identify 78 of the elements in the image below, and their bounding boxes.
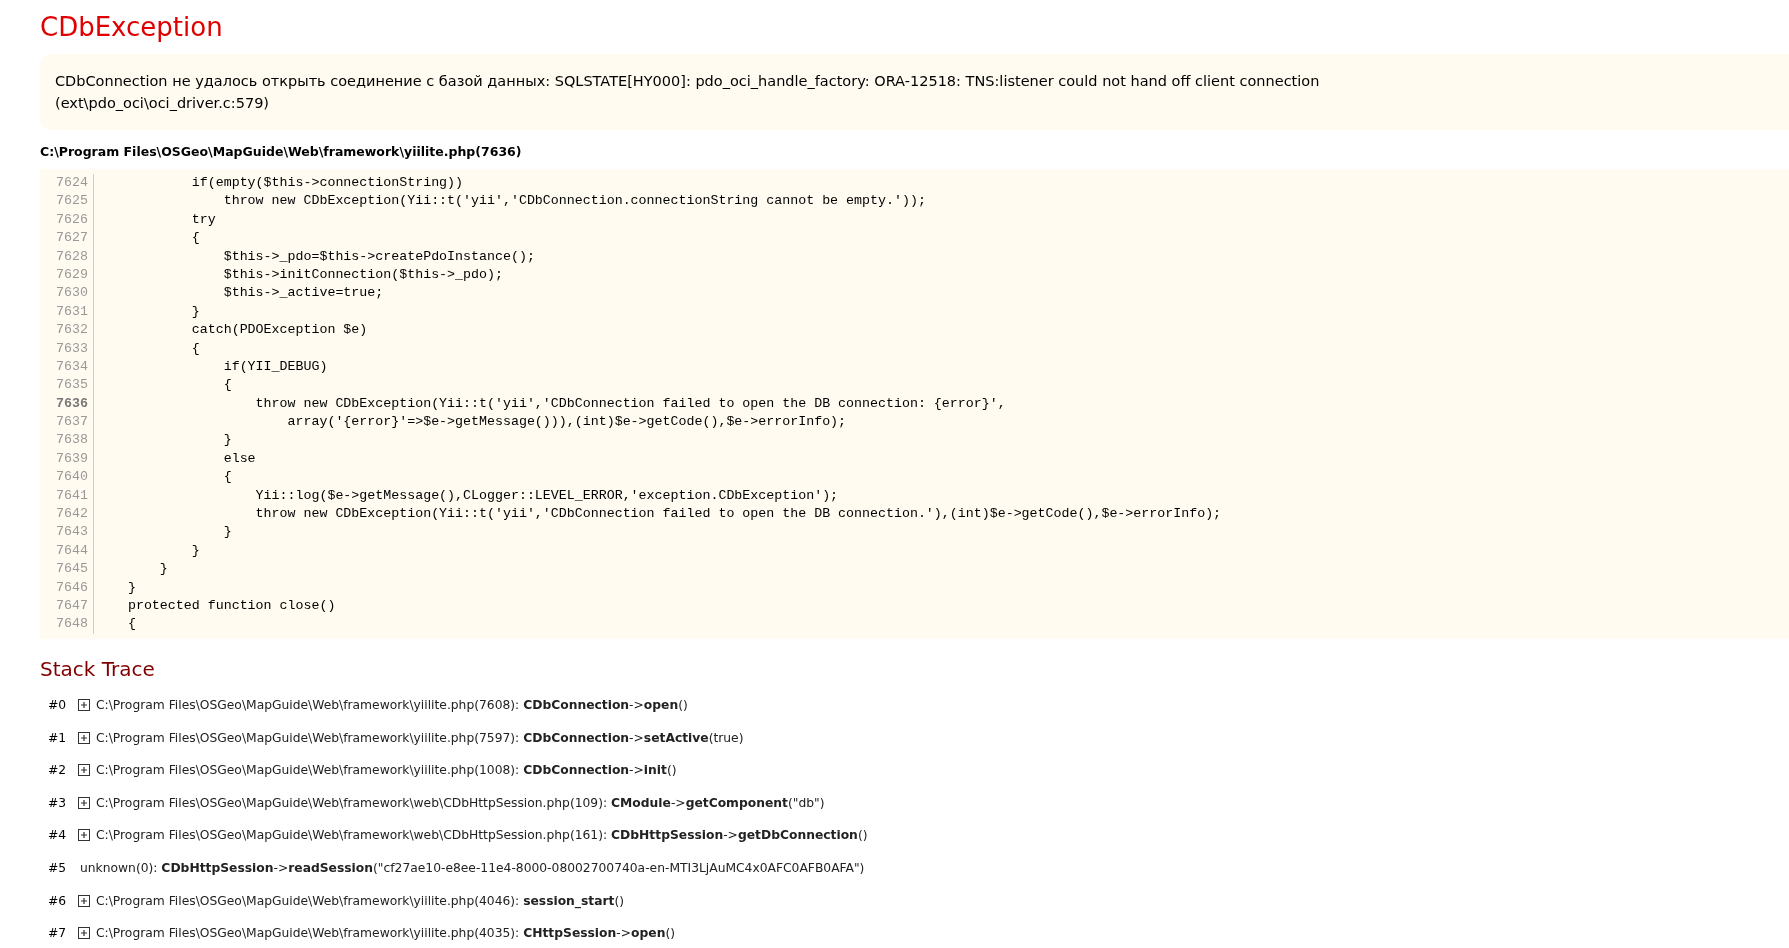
expand-icon[interactable]: [78, 731, 90, 744]
code-line: {: [190, 229, 200, 248]
code-line: {: [222, 376, 232, 395]
code-line: if(YII_DEBUG): [222, 357, 328, 376]
expand-icon[interactable]: [78, 764, 90, 777]
frame-index: #2: [47, 763, 68, 778]
line-number: 7645: [50, 560, 94, 579]
stack-frame: C:\Program Files\OSGeo\MapGuide\Web\framework\yiilite.php(4046): session_start(): [96, 893, 625, 908]
stack-frame: C:\Program Files\OSGeo\MapGuide\Web\framework\yiilite.php(4035): CHttpSession->open(): [96, 926, 675, 941]
code-line: $this->initConnection($this->_pdo);: [222, 265, 503, 284]
code-line: try: [190, 210, 216, 229]
code-line: if(empty($this->connectionString)): [190, 174, 464, 192]
line-number: 7636: [50, 394, 94, 414]
line-number: 7632: [50, 321, 94, 340]
code-line: }: [222, 431, 232, 450]
expand-icon[interactable]: [78, 927, 90, 940]
line-number: 7639: [50, 449, 94, 469]
code-line: throw new CDbException(Yii::t('yii','CDbConnection failed to open the DB connection: {error}',: [254, 394, 1006, 413]
line-number: 7647: [50, 597, 94, 616]
line-number: 7630: [50, 284, 94, 303]
source-file-path: C:\Program Files\OSGeo\MapGuide\Web\framework\yiilite.php(7636): [40, 144, 523, 159]
code-line: }: [222, 523, 232, 542]
line-number: 7641: [50, 486, 94, 506]
expand-icon[interactable]: [78, 796, 90, 809]
code-line: throw new CDbException(Yii::t('yii','CDbConnection.connectionString cannot be empty.'));: [222, 192, 926, 211]
line-number: 7633: [50, 339, 94, 358]
frame-index: #5: [47, 861, 68, 876]
line-number: 7643: [50, 523, 94, 542]
line-number: 7637: [50, 413, 94, 432]
line-number: 7631: [50, 302, 94, 322]
line-number: 7644: [50, 541, 94, 561]
line-number: 7634: [50, 357, 94, 377]
error-title: CDbException: [40, 12, 224, 42]
code-line: {: [126, 615, 136, 634]
code-line: $this->_active=true;: [222, 284, 384, 303]
code-line: else: [222, 449, 256, 468]
line-number: 7642: [50, 505, 94, 524]
code-line: $this->_pdo=$this->createPdoInstance();: [222, 247, 535, 266]
line-number: 7627: [50, 229, 94, 248]
code-line: array('{error}'=>$e->getMessage())),(int)$e->getCode(),$e->errorInfo);: [286, 413, 847, 432]
code-line: {: [222, 468, 232, 487]
expand-icon[interactable]: [78, 894, 90, 907]
code-line: protected function close(): [126, 597, 336, 615]
expand-icon[interactable]: [78, 829, 90, 842]
line-number: 7628: [50, 247, 94, 266]
frame-index: #1: [47, 730, 68, 745]
stack-frame: C:\Program Files\OSGeo\MapGuide\Web\framework\yiilite.php(7597): CDbConnection->setActive(true): [96, 730, 744, 745]
frame-index: #0: [47, 698, 68, 713]
code-line: Yii::log($e->getMessage(),CLogger::LEVEL_ERROR,'exception.CDbException');: [254, 486, 839, 505]
stack-frame: C:\Program Files\OSGeo\MapGuide\Web\framework\web\CDbHttpSession.php(109): CModule->getComponent("db"): [96, 795, 825, 810]
frame-index: #7: [47, 926, 68, 941]
line-number: 7638: [50, 431, 94, 450]
frame-index: #4: [47, 828, 68, 843]
line-number: 7646: [50, 578, 94, 597]
line-number: 7648: [50, 615, 94, 634]
line-number: 7626: [50, 210, 94, 230]
frame-index: #3: [47, 795, 68, 810]
code-line: }: [158, 560, 168, 579]
code-line: }: [126, 578, 136, 597]
code-line: throw new CDbException(Yii::t('yii','CDbConnection failed to open the DB connection.'),(int)$e->getCode(),$e->errorInfo);: [254, 505, 1222, 524]
stack-frame: C:\Program Files\OSGeo\MapGuide\Web\framework\web\CDbHttpSession.php(161): CDbHttpSession->getDbConnection(): [96, 828, 868, 843]
expand-icon[interactable]: [78, 699, 90, 712]
line-number: 7624: [50, 174, 94, 193]
error-message: CDbConnection не удалось открыть соединение с базой данных: SQLSTATE[HY000]: pdo_oci_handle_factory: ORA-12518: TNS:listener could not hand off client connection: [55, 72, 1321, 91]
line-number: 7625: [50, 192, 94, 211]
stack-frame: unknown(0): CDbHttpSession->readSession("cf27ae10-e8ee-11e4-8000-08002700740a-en-MTI3LjAuMC4x0AFC0AFB0AFA"): [80, 861, 865, 876]
frame-index: #6: [47, 893, 68, 908]
stack-frame: C:\Program Files\OSGeo\MapGuide\Web\framework\yiilite.php(7608): CDbConnection->open(): [96, 698, 688, 713]
stack-frame: C:\Program Files\OSGeo\MapGuide\Web\framework\yiilite.php(1008): CDbConnection->init(): [96, 763, 677, 778]
stack-trace-heading: Stack Trace: [40, 656, 156, 681]
code-line: }: [190, 541, 200, 560]
code-line: }: [190, 302, 200, 321]
code-line: catch(PDOException $e): [190, 321, 368, 340]
line-number: 7629: [50, 265, 94, 285]
line-number: 7635: [50, 376, 94, 395]
line-number: 7640: [50, 468, 94, 487]
code-line: {: [190, 339, 200, 358]
error-message: (ext\pdo_oci\oci_driver.c:579): [55, 94, 270, 113]
